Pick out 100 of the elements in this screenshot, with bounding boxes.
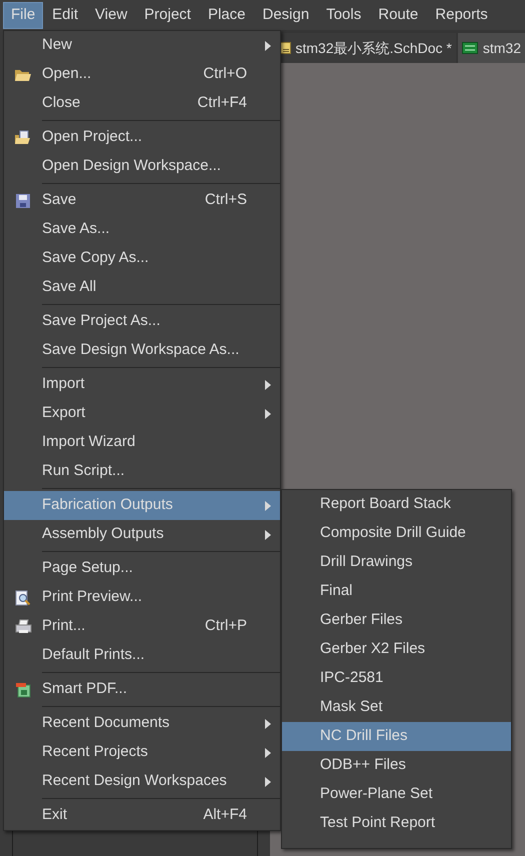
menu-item[interactable]: Export: [4, 399, 280, 428]
shortcut-label: Ctrl+F4: [197, 93, 247, 114]
menu-bar-item[interactable]: View: [87, 2, 136, 28]
menu-item-label: NC Drill Files: [320, 726, 408, 746]
menu-bar-item[interactable]: Tools: [318, 2, 370, 28]
menu-bar-item[interactable]: Edit: [44, 2, 86, 28]
shortcut-label: Ctrl+P: [204, 616, 247, 636]
menu-item[interactable]: Open Project...: [4, 123, 280, 152]
submenu-arrow-icon: [265, 408, 271, 418]
pdf-document-icon: [14, 682, 32, 698]
menu-item[interactable]: Import Wizard: [4, 428, 280, 457]
menu-item-label: Save As...: [42, 219, 111, 240]
menu-item-label: Print...: [42, 616, 86, 636]
submenu-arrow-icon: [265, 530, 271, 540]
menu-item[interactable]: Recent Projects: [4, 738, 280, 767]
menu-item-label: Recent Design Workspaces: [42, 771, 228, 792]
menu-item-label: Recent Documents: [42, 713, 171, 734]
menu-item[interactable]: Composite Drill Guide: [282, 519, 511, 548]
menu-item[interactable]: Recent Documents: [4, 709, 280, 738]
menu-item-label: Gerber Files: [320, 610, 403, 630]
submenu-arrow-icon: [265, 380, 271, 390]
menu-item-label: Save Design Workspace As...: [42, 340, 240, 360]
menu-item-label: Smart PDF...: [42, 679, 128, 700]
menu-bar-item[interactable]: Route: [370, 2, 426, 28]
menu-item-label: Save Project As...: [42, 311, 162, 332]
menu-item-label: Exit: [42, 805, 68, 826]
menu-item[interactable]: Open Design Workspace...: [4, 152, 280, 181]
menu-item-label: New: [42, 35, 74, 56]
menu-item-label: ODB++ Files: [320, 755, 406, 776]
menu-item-label: Final: [320, 581, 353, 602]
menu-item-label: Default Prints...: [42, 645, 146, 666]
menu-bar-item[interactable]: Reports: [427, 2, 496, 28]
menu-item[interactable]: Print... Ctrl+P: [4, 612, 280, 641]
menu-item[interactable]: Page Setup...: [4, 554, 280, 583]
menu-item-label: Fabrication Outputs: [42, 495, 174, 516]
menu-item-label: Save All: [42, 277, 98, 298]
menu-item-label: IPC-2581: [320, 668, 384, 688]
folder-document-icon: [14, 130, 32, 146]
menu-item[interactable]: Open... Ctrl+O: [4, 60, 280, 89]
shortcut-label: Alt+F4: [203, 805, 247, 826]
menu-item[interactable]: Assembly Outputs: [4, 520, 280, 549]
circuit-board-icon: [462, 42, 478, 54]
menu-item-label: Assembly Outputs: [42, 524, 165, 544]
menu-item-label: Mask Set: [320, 697, 383, 718]
menu-item[interactable]: Save Copy As...: [4, 244, 280, 273]
menu-item[interactable]: Report Board Stack: [282, 490, 511, 519]
printer-icon: [14, 618, 32, 634]
menu-item-label: Open...: [42, 64, 92, 84]
menu-item[interactable]: Power-Plane Set: [282, 780, 511, 809]
menu-item[interactable]: Print Preview...: [4, 583, 280, 612]
menu-item-label: Recent Projects: [42, 742, 149, 762]
menu-item[interactable]: IPC-2581: [282, 664, 511, 693]
menu-item-label: Composite Drill Guide: [320, 523, 466, 544]
menu-item[interactable]: Gerber X2 Files: [282, 635, 511, 664]
menu-item[interactable]: Drill Drawings: [282, 548, 511, 577]
menu-item-label: Test Point Report: [320, 813, 436, 834]
menu-bar-item[interactable]: Place: [200, 2, 254, 28]
menu-item[interactable]: Recent Design Workspaces: [4, 767, 280, 796]
menu-item[interactable]: Final: [282, 577, 511, 606]
menu-item[interactable]: Mask Set: [282, 693, 511, 722]
menu-item[interactable]: ODB++ Files: [282, 751, 511, 780]
menu-item-label: Report Board Stack: [320, 494, 451, 514]
menu-item[interactable]: Save Project As...: [4, 307, 280, 336]
submenu-arrow-icon: [265, 40, 271, 50]
menu-item[interactable]: Import: [4, 370, 280, 399]
menu-item-label: Open Project...: [42, 127, 144, 148]
menu-item-label: Print Preview...: [42, 587, 144, 608]
menu-item[interactable]: Smart PDF...: [4, 675, 280, 704]
submenu-arrow-icon: [265, 776, 271, 786]
menu-item-label: Close: [42, 93, 82, 114]
menu-item-label: Save: [42, 190, 78, 210]
menu-item-label: Power-Plane Set: [320, 784, 433, 804]
menu-bar-item[interactable]: Project: [136, 2, 199, 28]
menu-item-label: Drill Drawings: [320, 552, 413, 572]
menu-item-label: Run Script...: [42, 461, 126, 482]
menu-item[interactable]: Test Point Report: [282, 809, 511, 838]
submenu-arrow-icon: [265, 748, 271, 758]
menu-item[interactable]: Save Ctrl+S: [4, 186, 280, 215]
document-tab[interactable]: stm32: [458, 33, 525, 63]
menu-item-label: Gerber X2 Files: [320, 639, 426, 660]
menu-item[interactable]: Default Prints...: [4, 641, 280, 670]
menu-item[interactable]: Exit Alt+F4: [4, 801, 280, 830]
submenu-arrow-icon: [265, 718, 271, 728]
menu-item-label: Import Wizard: [42, 432, 136, 452]
shortcut-label: Ctrl+S: [204, 190, 247, 210]
menu-item-label: Open Design Workspace...: [42, 156, 222, 176]
menu-item[interactable]: Save As...: [4, 215, 280, 244]
menu-item[interactable]: Close Ctrl+F4: [4, 89, 280, 118]
tab-label: stm32最小系统.SchDoc *: [296, 38, 452, 58]
menu-item-label: Import: [42, 374, 86, 394]
menu-item[interactable]: Save Design Workspace As...: [4, 336, 280, 365]
menu-item-label: Save Copy As...: [42, 248, 150, 268]
menu-item[interactable]: Save All: [4, 273, 280, 302]
menu-item[interactable]: Run Script...: [4, 457, 280, 486]
tab-label: stm32: [482, 38, 521, 58]
magnifier-page-icon: [15, 590, 31, 606]
shortcut-label: Ctrl+O: [203, 64, 247, 84]
menu-item[interactable]: Gerber Files: [282, 606, 511, 635]
menu-item-label: Page Setup...: [42, 558, 134, 578]
menu-bar-item[interactable]: Design: [254, 2, 318, 28]
